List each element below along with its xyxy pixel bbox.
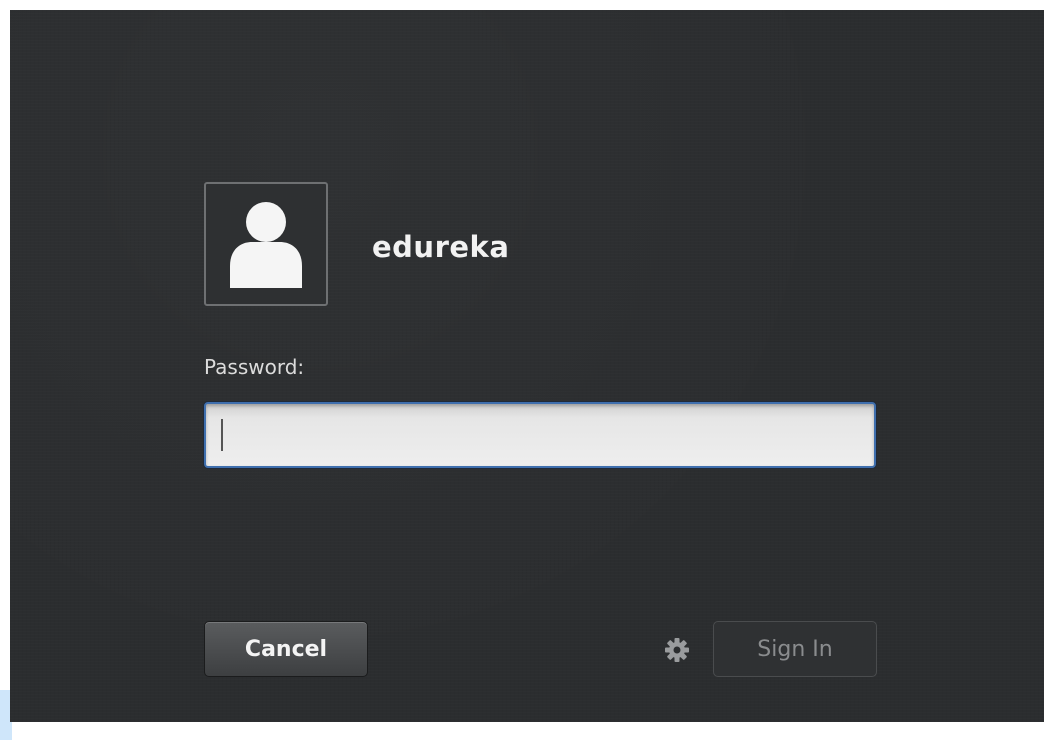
user-avatar[interactable] — [204, 182, 328, 306]
password-label: Password: — [204, 355, 305, 379]
login-screen: edureka Password: Cancel Sign In — [10, 10, 1044, 722]
sign-in-button[interactable]: Sign In — [713, 621, 877, 677]
username: edureka — [372, 230, 510, 264]
text-caret — [221, 419, 223, 451]
user-silhouette-icon — [230, 202, 302, 288]
password-input[interactable] — [204, 402, 876, 468]
cancel-button[interactable]: Cancel — [204, 621, 368, 677]
gear-icon[interactable] — [664, 637, 690, 663]
